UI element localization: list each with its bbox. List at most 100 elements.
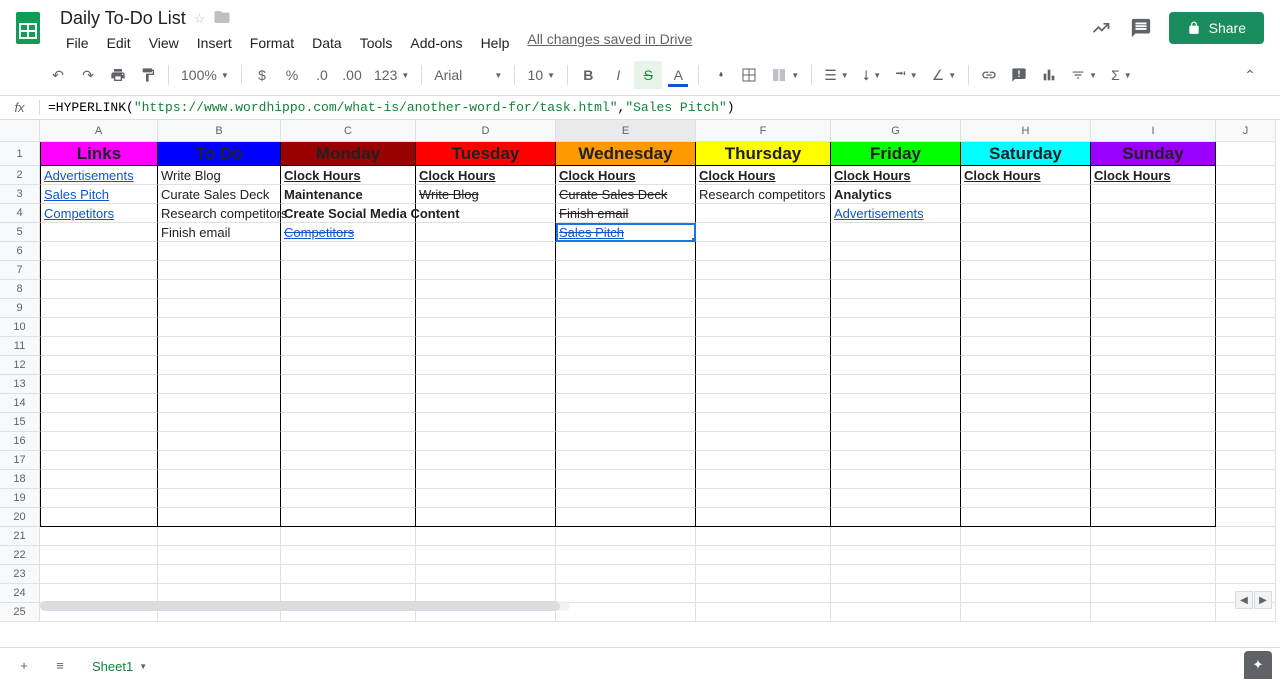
- explore-button[interactable]: ✦: [1244, 651, 1272, 679]
- cell-I1[interactable]: Sunday: [1091, 142, 1216, 166]
- cell-D18[interactable]: [416, 470, 556, 489]
- row-header[interactable]: 4: [0, 204, 40, 223]
- redo-button[interactable]: ↷: [74, 61, 102, 89]
- cell-F20[interactable]: [696, 508, 831, 527]
- cell-E11[interactable]: [556, 337, 696, 356]
- column-header[interactable]: B: [158, 120, 281, 142]
- cell-J5[interactable]: [1216, 223, 1276, 242]
- cell-D17[interactable]: [416, 451, 556, 470]
- cell-J11[interactable]: [1216, 337, 1276, 356]
- column-header[interactable]: I: [1091, 120, 1216, 142]
- comment-button[interactable]: [1005, 61, 1033, 89]
- cell-D12[interactable]: [416, 356, 556, 375]
- cell-J23[interactable]: [1216, 565, 1276, 584]
- column-header[interactable]: D: [416, 120, 556, 142]
- currency-button[interactable]: $: [248, 61, 276, 89]
- cell-B6[interactable]: [158, 242, 281, 261]
- increase-decimal-button[interactable]: .00: [338, 61, 366, 89]
- cell-D15[interactable]: [416, 413, 556, 432]
- cell-A18[interactable]: [40, 470, 158, 489]
- cell-I10[interactable]: [1091, 318, 1216, 337]
- cell-F17[interactable]: [696, 451, 831, 470]
- scroll-right-button[interactable]: ▶: [1254, 591, 1272, 609]
- row-header[interactable]: 21: [0, 527, 40, 546]
- cell-H16[interactable]: [961, 432, 1091, 451]
- cell-B11[interactable]: [158, 337, 281, 356]
- cell-A15[interactable]: [40, 413, 158, 432]
- cell-B4[interactable]: Research competitors: [158, 204, 281, 223]
- cell-A13[interactable]: [40, 375, 158, 394]
- cell-E10[interactable]: [556, 318, 696, 337]
- cell-C12[interactable]: [281, 356, 416, 375]
- cell-G6[interactable]: [831, 242, 961, 261]
- cell-D7[interactable]: [416, 261, 556, 280]
- cell-C5[interactable]: Competitors: [281, 223, 416, 242]
- cell-C14[interactable]: [281, 394, 416, 413]
- cell-E4[interactable]: Finish email: [556, 204, 696, 223]
- row-header[interactable]: 18: [0, 470, 40, 489]
- cell-B9[interactable]: [158, 299, 281, 318]
- cell-D2[interactable]: Clock Hours: [416, 166, 556, 185]
- cell-J22[interactable]: [1216, 546, 1276, 565]
- activity-icon[interactable]: [1089, 16, 1113, 40]
- cell-A1[interactable]: Links: [40, 142, 158, 166]
- column-header[interactable]: A: [40, 120, 158, 142]
- cell-I3[interactable]: [1091, 185, 1216, 204]
- cell-E14[interactable]: [556, 394, 696, 413]
- cell-H11[interactable]: [961, 337, 1091, 356]
- cell-G25[interactable]: [831, 603, 961, 622]
- cell-C10[interactable]: [281, 318, 416, 337]
- doc-title[interactable]: Daily To-Do List: [60, 8, 186, 29]
- bold-button[interactable]: B: [574, 61, 602, 89]
- cell-G9[interactable]: [831, 299, 961, 318]
- cell-B14[interactable]: [158, 394, 281, 413]
- cell-I19[interactable]: [1091, 489, 1216, 508]
- cell-J8[interactable]: [1216, 280, 1276, 299]
- cell-F7[interactable]: [696, 261, 831, 280]
- row-header[interactable]: 25: [0, 603, 40, 622]
- drive-status[interactable]: All changes saved in Drive: [527, 31, 692, 55]
- cell-G22[interactable]: [831, 546, 961, 565]
- sheet-tab[interactable]: Sheet1▼: [80, 650, 159, 682]
- cell-I25[interactable]: [1091, 603, 1216, 622]
- cell-F16[interactable]: [696, 432, 831, 451]
- cell-A4[interactable]: Competitors: [40, 204, 158, 223]
- cell-D16[interactable]: [416, 432, 556, 451]
- cell-G14[interactable]: [831, 394, 961, 413]
- rotate-dropdown[interactable]: ∠▼: [926, 61, 962, 89]
- text-color-button[interactable]: A: [664, 61, 692, 89]
- paint-format-button[interactable]: [134, 61, 162, 89]
- cell-I6[interactable]: [1091, 242, 1216, 261]
- cell-H18[interactable]: [961, 470, 1091, 489]
- horizontal-scrollbar[interactable]: [40, 601, 570, 611]
- cell-H9[interactable]: [961, 299, 1091, 318]
- row-header[interactable]: 15: [0, 413, 40, 432]
- row-header[interactable]: 24: [0, 584, 40, 603]
- cell-A10[interactable]: [40, 318, 158, 337]
- cell-H2[interactable]: Clock Hours: [961, 166, 1091, 185]
- cell-G23[interactable]: [831, 565, 961, 584]
- column-header[interactable]: F: [696, 120, 831, 142]
- cell-H20[interactable]: [961, 508, 1091, 527]
- cell-J1[interactable]: [1216, 142, 1276, 166]
- cell-G1[interactable]: Friday: [831, 142, 961, 166]
- cell-E13[interactable]: [556, 375, 696, 394]
- cell-E2[interactable]: Clock Hours: [556, 166, 696, 185]
- cell-G17[interactable]: [831, 451, 961, 470]
- cell-I20[interactable]: [1091, 508, 1216, 527]
- cell-A7[interactable]: [40, 261, 158, 280]
- cell-H3[interactable]: [961, 185, 1091, 204]
- cell-F15[interactable]: [696, 413, 831, 432]
- cell-D6[interactable]: [416, 242, 556, 261]
- cell-I16[interactable]: [1091, 432, 1216, 451]
- cell-G11[interactable]: [831, 337, 961, 356]
- cell-C20[interactable]: [281, 508, 416, 527]
- cell-D5[interactable]: [416, 223, 556, 242]
- cell-H4[interactable]: [961, 204, 1091, 223]
- cell-I4[interactable]: [1091, 204, 1216, 223]
- cell-F18[interactable]: [696, 470, 831, 489]
- cell-G16[interactable]: [831, 432, 961, 451]
- cell-E5[interactable]: Sales Pitch: [556, 223, 696, 242]
- cell-J15[interactable]: [1216, 413, 1276, 432]
- cell-H17[interactable]: [961, 451, 1091, 470]
